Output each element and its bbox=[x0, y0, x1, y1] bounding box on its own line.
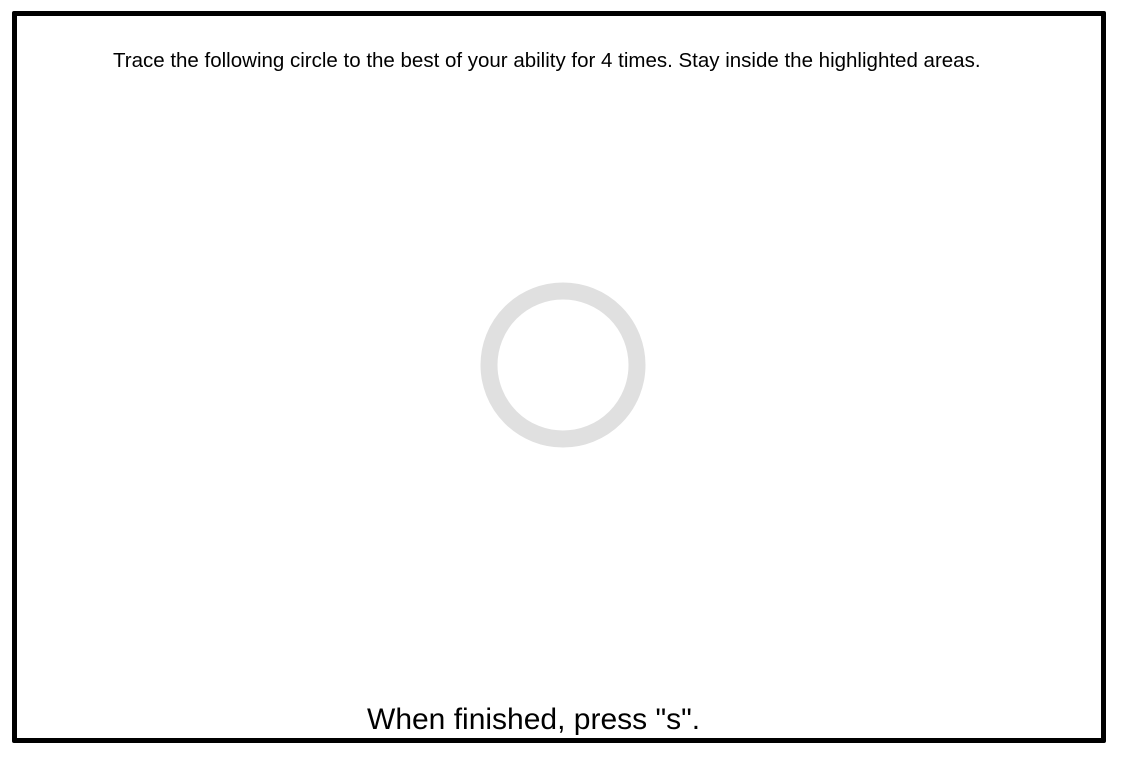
circle-icon bbox=[480, 282, 646, 448]
task-frame: Trace the following circle to the best o… bbox=[12, 11, 1106, 743]
instruction-text: Trace the following circle to the best o… bbox=[113, 49, 981, 72]
highlighted-circle-path[interactable] bbox=[480, 282, 646, 448]
tracing-canvas[interactable] bbox=[475, 277, 651, 453]
finish-instruction: When finished, press "s". bbox=[367, 703, 701, 736]
